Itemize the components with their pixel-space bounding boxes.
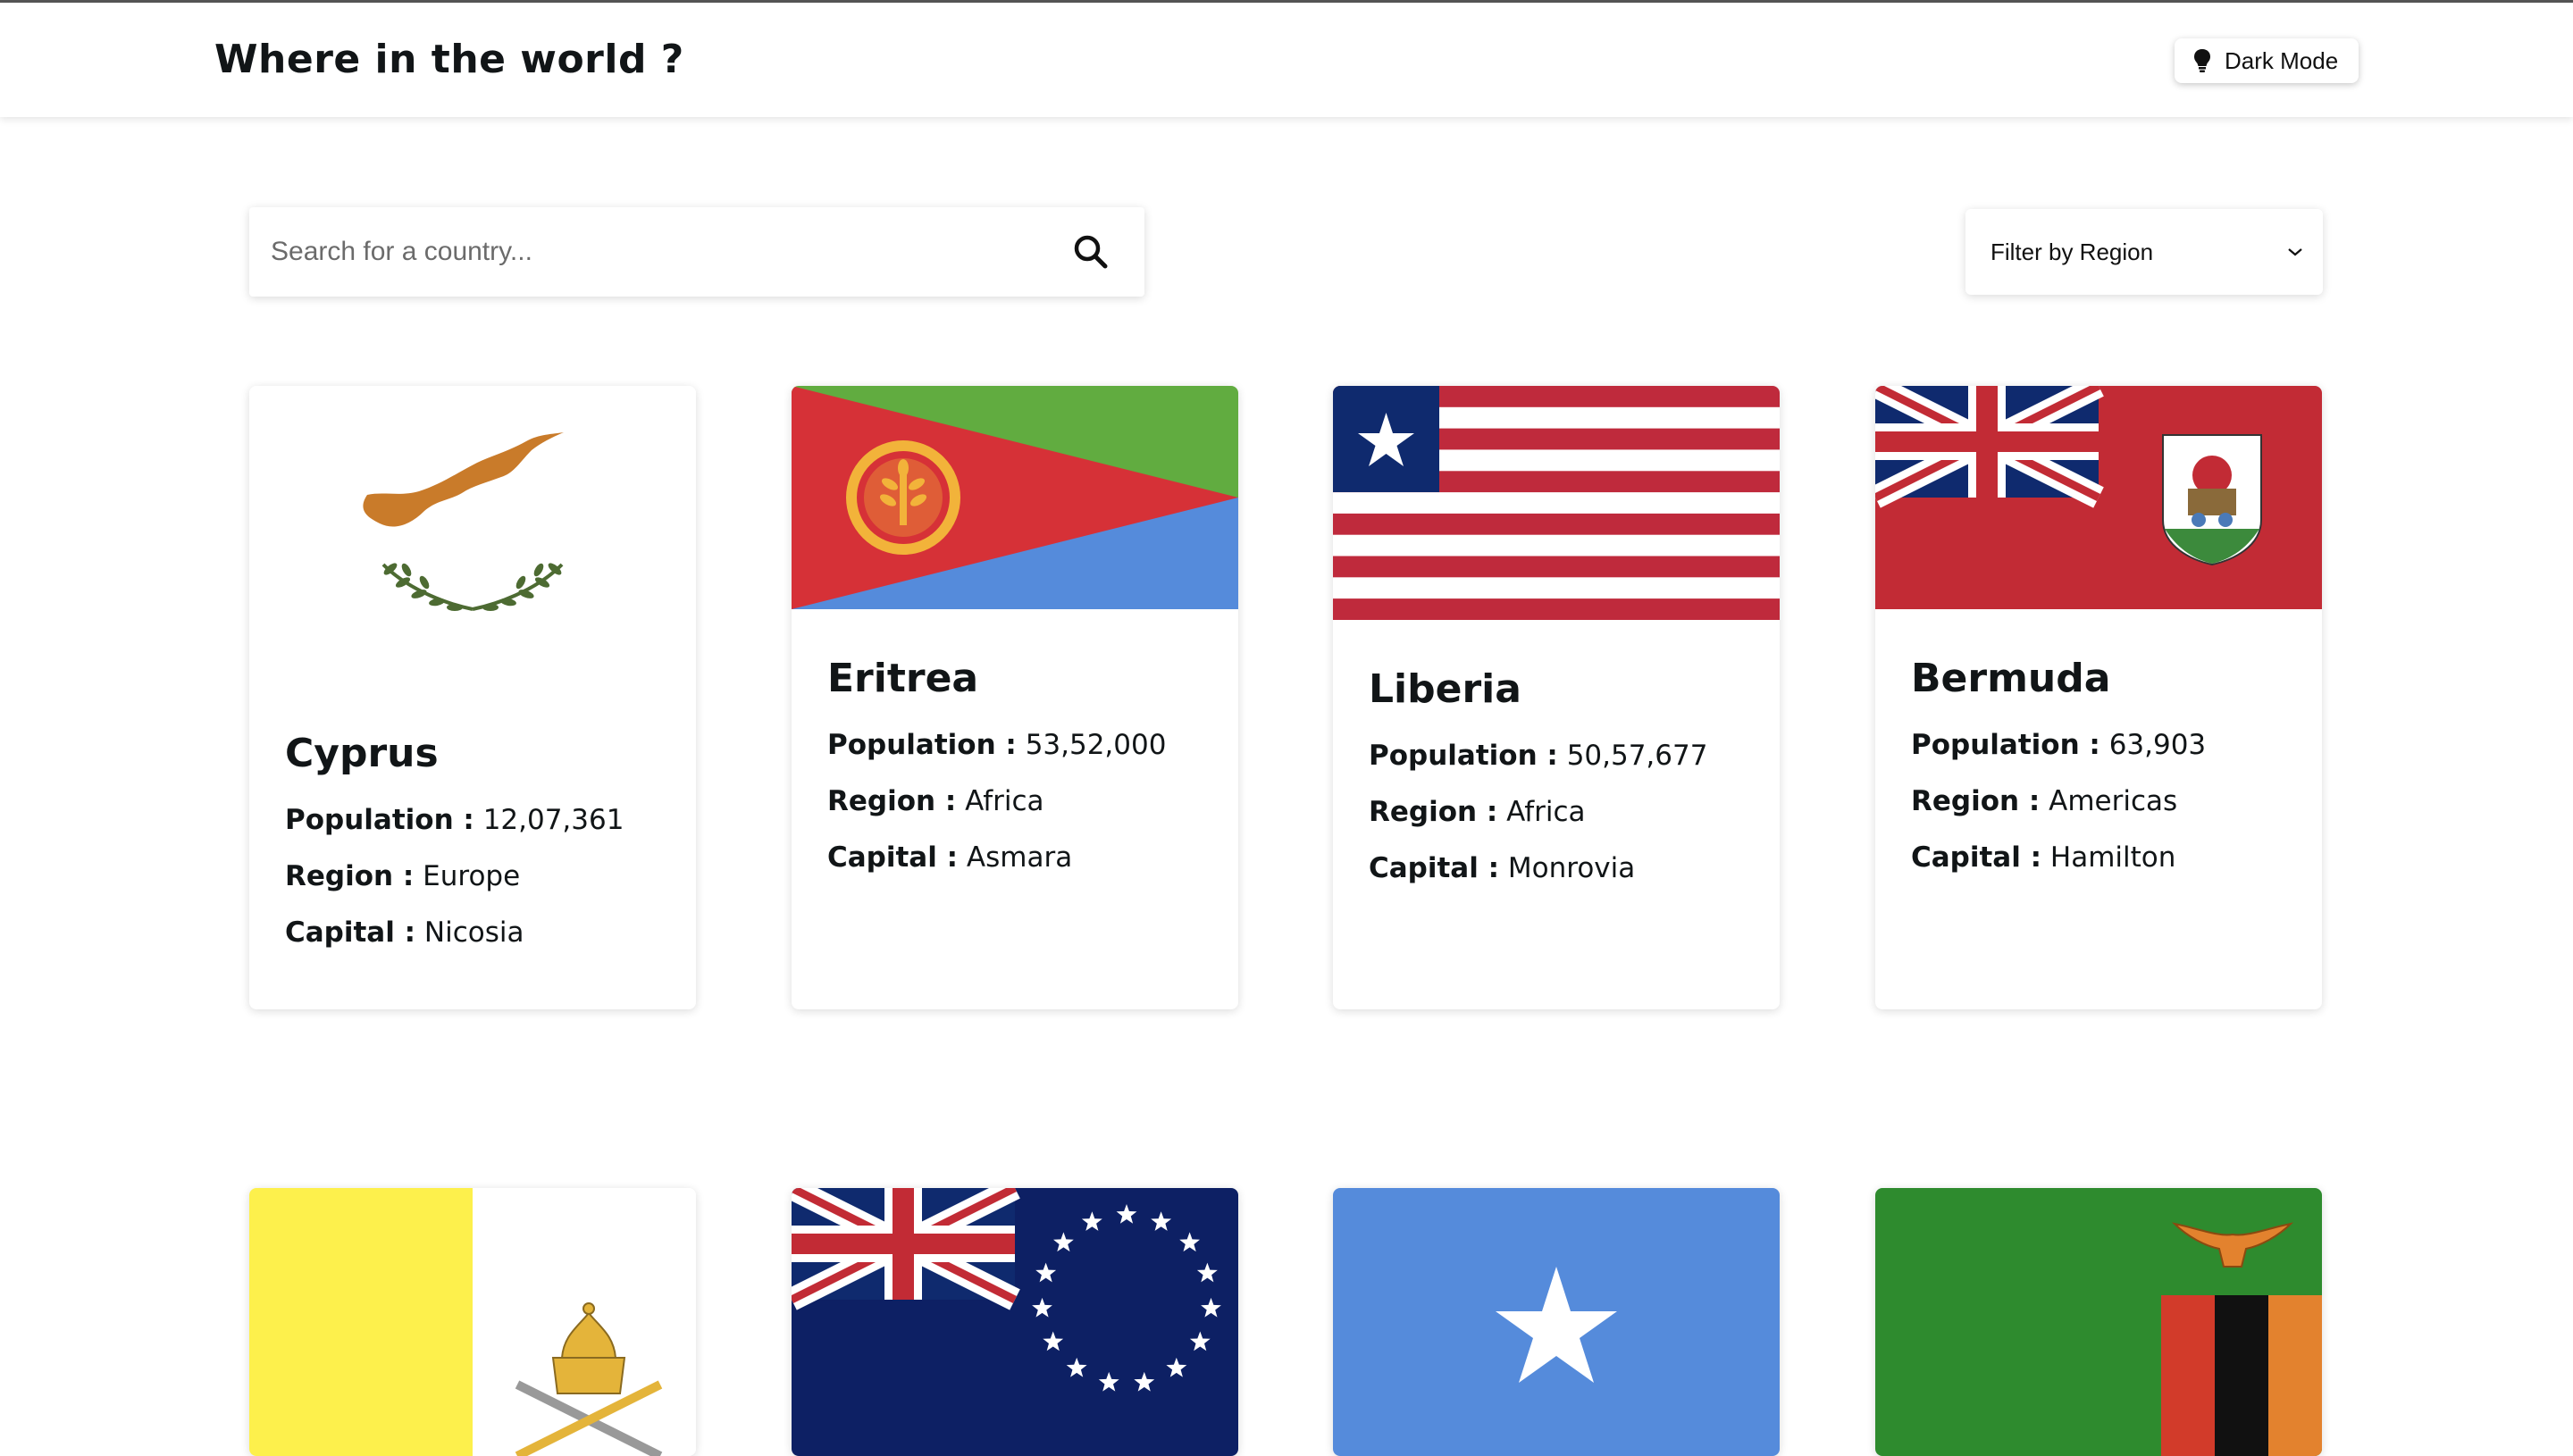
country-card[interactable]: Bermuda Population : 63,903 Region : Ame…: [1875, 386, 2322, 1009]
country-name: Liberia: [1369, 666, 1521, 712]
population-row: Population : 53,52,000: [827, 729, 1167, 761]
country-card[interactable]: Eritrea Population : 53,52,000 Region : …: [792, 386, 1238, 1009]
country-card[interactable]: [249, 1188, 696, 1456]
dark-mode-toggle[interactable]: Dark Mode: [2175, 38, 2359, 83]
flag-zambia-icon: [1875, 1188, 2322, 1456]
search-icon[interactable]: [1071, 232, 1110, 272]
lightbulb-icon: [2194, 49, 2210, 72]
country-name: Bermuda: [1911, 656, 2111, 701]
app-title: Where in the world ?: [214, 37, 684, 82]
region-value: Americas: [2049, 785, 2178, 817]
population-value: 50,57,677: [1566, 740, 1708, 772]
population-row: Population : 63,903: [1911, 729, 2207, 761]
country-card[interactable]: Cyprus Population : 12,07,361 Region : E…: [249, 386, 696, 1009]
capital-value: Asmara: [966, 841, 1073, 874]
flag-cook-islands-icon: [792, 1188, 1238, 1456]
dark-mode-label: Dark Mode: [2225, 46, 2339, 74]
country-name: Cyprus: [285, 731, 439, 776]
flag-liberia-icon: [1333, 386, 1780, 620]
region-value: Europe: [423, 860, 521, 892]
capital-value: Monrovia: [1507, 852, 1636, 884]
population-row: Population : 50,57,677: [1369, 740, 1708, 772]
country-card[interactable]: Liberia Population : 50,57,677 Region : …: [1333, 386, 1780, 1009]
capital-row: Capital : Monrovia: [1369, 852, 1636, 884]
search-input[interactable]: [269, 224, 1071, 280]
flag-somalia-icon: [1333, 1188, 1780, 1456]
region-row: Region : Africa: [827, 785, 1044, 817]
flag-eritrea-icon: [792, 386, 1238, 609]
capital-value: Nicosia: [423, 916, 524, 949]
region-filter-select[interactable]: Filter by Region: [1965, 209, 2323, 295]
capital-value: Hamilton: [2049, 841, 2176, 874]
capital-row: Capital : Asmara: [827, 841, 1073, 874]
region-row: Region : Europe: [285, 860, 521, 892]
country-name: Eritrea: [827, 656, 979, 701]
top-bar: Where in the world ? Dark Mode: [0, 3, 2573, 117]
population-value: 53,52,000: [1025, 729, 1167, 761]
region-value: Africa: [1506, 796, 1586, 828]
population-value: 12,07,361: [482, 804, 624, 836]
population-value: 63,903: [2108, 729, 2207, 761]
country-card[interactable]: [1875, 1188, 2322, 1456]
region-filter-label: Filter by Region: [1991, 238, 2154, 265]
region-value: Africa: [965, 785, 1044, 817]
capital-row: Capital : Hamilton: [1911, 841, 2176, 874]
flag-cyprus-icon: [249, 386, 696, 683]
search-box: [249, 207, 1144, 297]
region-row: Region : Africa: [1369, 796, 1586, 828]
population-row: Population : 12,07,361: [285, 804, 624, 836]
region-row: Region : Americas: [1911, 785, 2178, 817]
country-card[interactable]: [1333, 1188, 1780, 1456]
flag-vatican-icon: [249, 1188, 696, 1456]
flag-bermuda-icon: [1875, 386, 2322, 609]
country-card[interactable]: [792, 1188, 1238, 1456]
chevron-down-icon: [2288, 248, 2302, 256]
capital-row: Capital : Nicosia: [285, 916, 524, 949]
